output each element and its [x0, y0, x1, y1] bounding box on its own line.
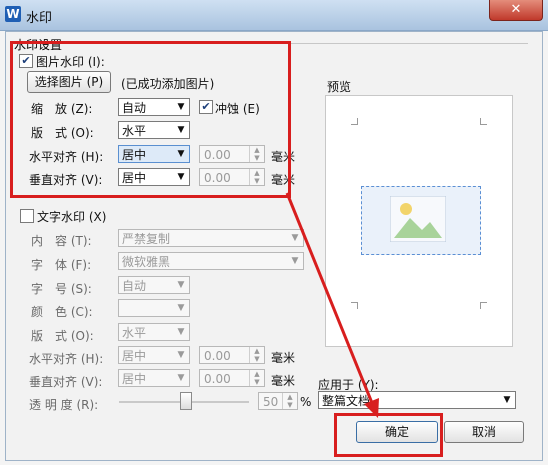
annotation-arrow [285, 192, 379, 418]
